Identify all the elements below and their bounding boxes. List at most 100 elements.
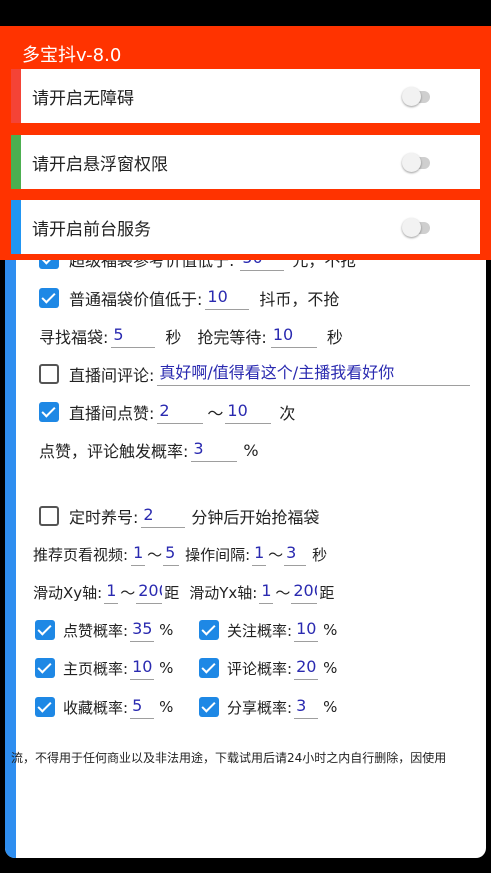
normal-bag-row: 普通福袋价值低于: 10 抖币，不抢: [39, 286, 339, 310]
prob-share-row: 分享概率: 3 %: [199, 695, 337, 719]
prob-favorite-input[interactable]: 5: [130, 695, 155, 719]
prob-home-input[interactable]: 10: [130, 656, 155, 680]
prob-share-checkbox[interactable]: [199, 697, 219, 717]
slide-y-max-input[interactable]: 200: [291, 580, 318, 604]
slide-y-min-input[interactable]: 1: [259, 580, 274, 604]
interval-max-input[interactable]: 3: [284, 542, 307, 566]
prob-comment-row: 评论概率: 20 %: [199, 656, 337, 680]
slide-y-sep: ～: [275, 583, 291, 602]
like-unit: 次: [279, 404, 296, 423]
toggle-knob: [402, 218, 421, 237]
prob-comment-checkbox[interactable]: [199, 658, 219, 678]
timer-input[interactable]: 2: [141, 504, 186, 528]
permission-accessibility-label: 请开启无障碍: [32, 89, 134, 109]
comment-input[interactable]: 真好啊/值得看这个/主播我看好你: [157, 362, 471, 386]
like-sep: ～: [207, 404, 224, 423]
recommend-min-input[interactable]: 1: [131, 542, 146, 566]
prob-follow-unit: %: [323, 621, 338, 639]
status-bar: [0, 0, 491, 26]
comment-checkbox[interactable]: [39, 364, 59, 384]
normal-bag-label: 普通福袋价值低于:: [69, 290, 203, 309]
trigger-row: 点赞，评论触发概率: 3 %: [39, 438, 259, 462]
permission-overlay: 多宝抖v-8.0 请开启无障碍 请开启悬浮窗权限 请开启前台服务: [0, 26, 491, 260]
slide-x-label: 滑动Xy轴:: [33, 583, 103, 602]
normal-bag-suffix: 抖币，不抢: [259, 290, 340, 309]
permission-foreground-service-bar: [11, 200, 21, 254]
prob-home-checkbox[interactable]: [35, 658, 55, 678]
disclaimer-text: 流，不得用于任何商业以及非法用途，下载试用后请24小时之内自行删除，因使用: [11, 751, 447, 765]
wait-input[interactable]: 10: [270, 324, 317, 348]
recommend-sep: ～: [147, 545, 163, 564]
settings-card: 超级福袋参考价值低于: 50 元，不抢 普通福袋价值低于: 10 抖币，不抢 寻…: [5, 232, 486, 858]
permission-accessibility-toggle[interactable]: [402, 87, 430, 106]
like-min-input[interactable]: 2: [157, 400, 204, 424]
prob-favorite-unit: %: [159, 698, 174, 716]
slide-x-unit: 距: [164, 583, 180, 602]
timer-suffix: 分钟后开始抢福袋: [191, 508, 320, 527]
find-bag-row: 寻找福袋: 5 秒 抢完等待: 10 秒: [39, 324, 343, 348]
wait-label: 抢完等待:: [197, 328, 267, 347]
prob-home-unit: %: [159, 659, 174, 677]
like-max-input[interactable]: 10: [225, 400, 272, 424]
prob-home-row: 主页概率: 10 %: [35, 656, 173, 680]
find-bag-input[interactable]: 5: [111, 324, 156, 348]
prob-favorite-label: 收藏概率:: [63, 698, 129, 717]
recommend-label: 推荐页看视频:: [33, 545, 129, 564]
permission-overlay-window-label: 请开启悬浮窗权限: [32, 155, 168, 175]
trigger-input[interactable]: 3: [191, 438, 238, 462]
recommend-row: 推荐页看视频: 1 ～ 5 操作间隔: 1 ～ 3 秒: [33, 542, 327, 566]
trigger-unit: %: [243, 440, 259, 460]
timer-row: 定时养号: 2 分钟后开始抢福袋: [39, 504, 319, 528]
timer-checkbox[interactable]: [39, 506, 59, 526]
toggle-knob: [402, 87, 421, 106]
prob-comment-label: 评论概率:: [227, 659, 293, 678]
prob-follow-input[interactable]: 10: [294, 618, 319, 642]
interval-label: 操作间隔:: [185, 545, 251, 564]
prob-comment-unit: %: [323, 659, 338, 677]
slide-y-unit: 距: [319, 583, 335, 602]
like-label: 直播间点赞:: [69, 404, 155, 423]
interval-sep: ～: [268, 545, 284, 564]
comment-label: 直播间评论:: [69, 366, 155, 385]
permission-overlay-window[interactable]: 请开启悬浮窗权限: [11, 135, 480, 189]
permission-accessibility-bar: [11, 69, 21, 123]
slide-x-sep: ～: [120, 583, 136, 602]
permission-foreground-service[interactable]: 请开启前台服务: [11, 200, 480, 254]
prob-like-label: 点赞概率:: [63, 621, 129, 640]
prob-share-label: 分享概率:: [227, 698, 293, 717]
wait-unit: 秒: [326, 328, 343, 347]
find-bag-unit: 秒: [165, 328, 182, 347]
prob-share-unit: %: [323, 698, 338, 716]
prob-like-row: 点赞概率: 35 %: [35, 618, 173, 642]
permission-foreground-service-label: 请开启前台服务: [32, 220, 151, 240]
prob-like-input[interactable]: 35: [130, 618, 155, 642]
prob-share-input[interactable]: 3: [294, 695, 319, 719]
toggle-knob: [402, 153, 421, 172]
prob-follow-checkbox[interactable]: [199, 620, 219, 640]
prob-follow-label: 关注概率:: [227, 621, 293, 640]
permission-foreground-service-toggle[interactable]: [402, 218, 430, 237]
interval-min-input[interactable]: 1: [252, 542, 267, 566]
normal-bag-checkbox[interactable]: [39, 288, 59, 308]
find-bag-label: 寻找福袋:: [39, 328, 109, 347]
trigger-label: 点赞，评论触发概率:: [39, 442, 189, 461]
permission-overlay-window-toggle[interactable]: [402, 153, 430, 172]
recommend-max-input[interactable]: 5: [163, 542, 180, 566]
prob-follow-row: 关注概率: 10 %: [199, 618, 337, 642]
permission-accessibility[interactable]: 请开启无障碍: [11, 69, 480, 123]
prob-favorite-checkbox[interactable]: [35, 697, 55, 717]
like-row: 直播间点赞: 2 ～ 10 次: [39, 400, 295, 424]
like-checkbox[interactable]: [39, 402, 59, 422]
prob-like-unit: %: [159, 621, 174, 639]
slide-x-max-input[interactable]: 200: [136, 580, 163, 604]
prob-home-label: 主页概率:: [63, 659, 129, 678]
prob-favorite-row: 收藏概率: 5 %: [35, 695, 173, 719]
slide-row: 滑动Xy轴: 1 ～ 200 距 滑动Yx轴: 1 ～ 200 距: [33, 580, 334, 604]
permission-overlay-window-bar: [11, 135, 21, 189]
prob-like-checkbox[interactable]: [35, 620, 55, 640]
prob-comment-input[interactable]: 20: [294, 656, 319, 680]
slide-x-min-input[interactable]: 1: [104, 580, 119, 604]
slide-y-label: 滑动Yx轴:: [189, 583, 258, 602]
app-title: 多宝抖v-8.0: [22, 45, 122, 66]
normal-bag-input[interactable]: 10: [205, 286, 250, 310]
